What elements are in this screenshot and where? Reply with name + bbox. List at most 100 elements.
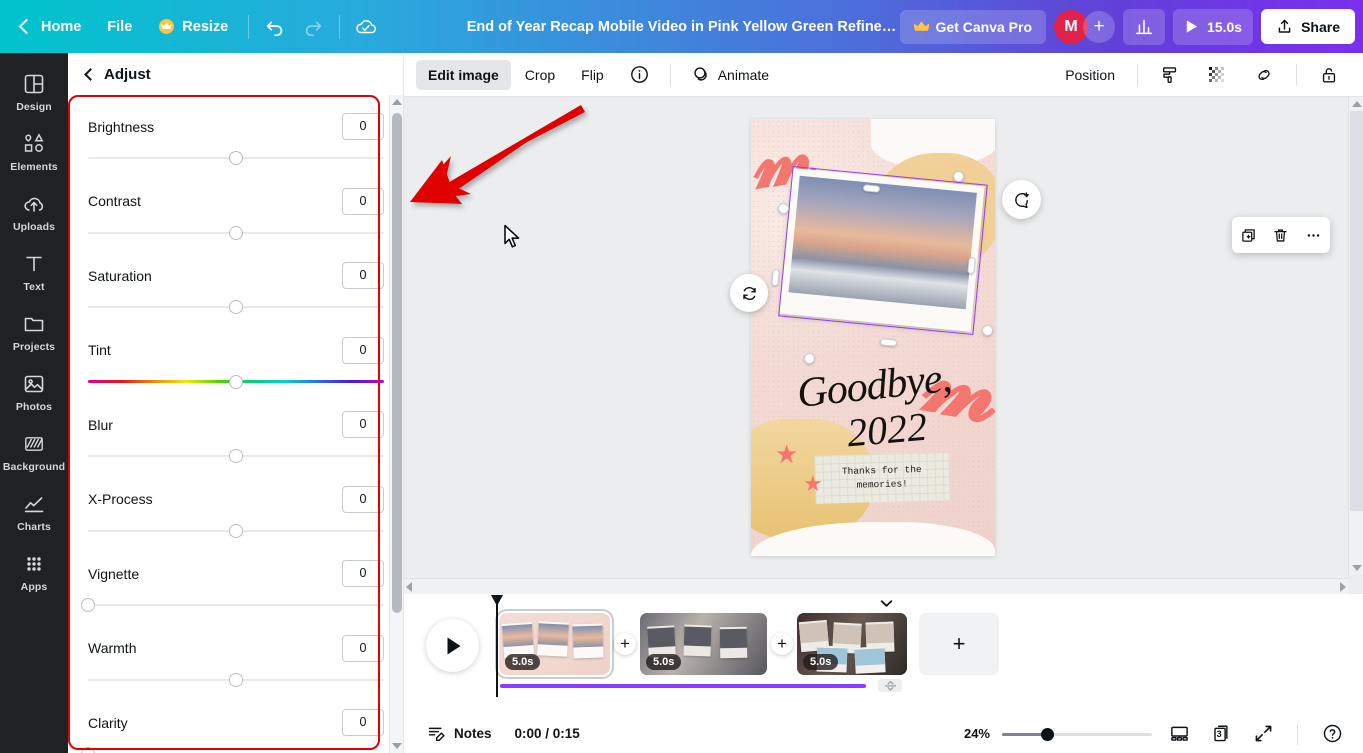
adjust-slider[interactable] <box>88 449 384 463</box>
resize-handle-top-left[interactable] <box>778 203 789 214</box>
slider-knob[interactable] <box>229 523 243 538</box>
adjust-value-input[interactable]: 0 <box>342 411 384 438</box>
duplicate-icon[interactable] <box>1235 222 1261 248</box>
trash-icon[interactable] <box>1268 222 1294 248</box>
notes-button[interactable]: Notes <box>420 719 499 748</box>
resize-handle-bottom-left[interactable] <box>804 353 815 364</box>
slider-knob[interactable] <box>229 449 243 463</box>
file-menu-button[interactable]: File <box>94 12 145 42</box>
scroll-down-button[interactable] <box>390 739 404 753</box>
rotate-handle-button[interactable] <box>730 274 768 312</box>
resize-handle-bottom[interactable] <box>879 338 898 347</box>
position-button[interactable]: Position <box>1053 60 1127 90</box>
adjust-slider[interactable] <box>81 598 384 612</box>
timeline-clip[interactable]: 5.0s <box>495 609 614 679</box>
canvas-vertical-scrollbar[interactable] <box>1348 97 1363 575</box>
resize-button[interactable]: Resize <box>145 12 241 42</box>
paint-roller-button[interactable] <box>1148 58 1192 92</box>
slider-knob[interactable] <box>229 672 243 687</box>
preview-duration-button[interactable]: 15.0s <box>1173 8 1254 45</box>
more-options-icon[interactable] <box>1301 222 1327 248</box>
help-button[interactable] <box>1317 720 1347 748</box>
add-clip-between-button[interactable]: + <box>614 633 636 655</box>
get-canva-pro-button[interactable]: Get Canva Pro <box>899 9 1047 44</box>
add-collaborator-button[interactable]: + <box>1083 10 1116 43</box>
slider-knob[interactable] <box>81 747 95 753</box>
slider-knob[interactable] <box>229 225 243 240</box>
play-button[interactable] <box>426 619 479 672</box>
adjust-slider[interactable] <box>88 672 384 687</box>
adjust-value-input[interactable]: 0 <box>342 113 384 140</box>
triangle-left-icon[interactable] <box>406 581 412 592</box>
zoom-slider-knob[interactable] <box>1041 727 1054 741</box>
slider-knob[interactable] <box>229 374 243 389</box>
adjust-value-input[interactable]: 0 <box>342 262 384 289</box>
scrollbar-thumb[interactable] <box>392 113 402 613</box>
slider-knob[interactable] <box>81 598 95 612</box>
undo-button[interactable] <box>256 10 294 44</box>
sidebar-item-background[interactable]: Background <box>2 423 66 480</box>
panel-scrollbar[interactable] <box>389 95 403 753</box>
timeline-clip[interactable]: 5.0s <box>640 613 767 675</box>
transparency-button[interactable] <box>1195 58 1239 92</box>
adjust-value-input[interactable]: 0 <box>342 634 384 662</box>
triangle-right-icon[interactable] <box>1340 581 1346 592</box>
adjust-slider[interactable] <box>81 747 384 753</box>
adjust-value-input[interactable]: 0 <box>342 187 384 215</box>
zoom-slider[interactable] <box>1002 727 1152 741</box>
edit-image-tab[interactable]: Edit image <box>416 59 511 90</box>
sidebar-item-charts[interactable]: Charts <box>2 483 66 540</box>
adjust-slider[interactable] <box>88 374 384 389</box>
playhead[interactable] <box>490 595 503 697</box>
canvas-scroll-up-button[interactable] <box>1349 97 1363 111</box>
redo-button[interactable] <box>294 10 332 44</box>
canvas-horizontal-scrollbar[interactable] <box>404 578 1348 594</box>
sidebar-item-design[interactable]: Design <box>2 63 66 120</box>
sidebar-item-apps[interactable]: Apps <box>2 543 66 600</box>
slider-knob[interactable] <box>229 300 243 314</box>
canvas-area[interactable]: 𝓶 𝓶 Goodbye, 2022 Thanks for the memorie… <box>404 97 1363 594</box>
resize-handle-top[interactable] <box>862 184 881 193</box>
year-text[interactable]: 2022 <box>845 403 929 457</box>
chevron-left-icon[interactable] <box>84 67 97 81</box>
adjust-value-input[interactable]: 0 <box>342 709 384 736</box>
adjust-slider[interactable] <box>88 523 384 538</box>
sidebar-item-photos[interactable]: Photos <box>2 363 66 420</box>
slider-knob[interactable] <box>229 151 243 165</box>
lock-button[interactable] <box>1307 58 1351 92</box>
adjust-value-input[interactable]: 0 <box>342 560 384 587</box>
add-page-button[interactable]: + <box>919 613 999 675</box>
timeline-progress-bar[interactable] <box>500 684 866 688</box>
pages-button[interactable]: 3 <box>1206 720 1236 748</box>
animate-button[interactable]: Animate <box>680 58 781 91</box>
sidebar-item-text[interactable]: Text <box>2 243 66 300</box>
note-card[interactable]: Thanks for the memories! <box>814 452 950 504</box>
cloud-saved-button[interactable] <box>347 10 385 44</box>
timeline-clip[interactable]: 5.0s <box>797 613 907 675</box>
resize-handle-bottom-right[interactable] <box>982 325 993 336</box>
link-button[interactable] <box>1242 58 1286 92</box>
adjust-value-input[interactable]: 0 <box>342 336 384 364</box>
add-clip-between-button[interactable]: + <box>771 633 793 655</box>
home-button[interactable]: Home <box>8 12 94 42</box>
canvas-scroll-down-button[interactable] <box>1349 561 1363 575</box>
timeline-resize-grip[interactable] <box>878 679 902 692</box>
resize-handle-top-right[interactable] <box>953 171 964 182</box>
present-button[interactable] <box>1164 720 1194 748</box>
sidebar-item-uploads[interactable]: Uploads <box>2 183 66 240</box>
canvas-scrollbar-thumb[interactable] <box>1350 111 1363 511</box>
adjust-value-input[interactable]: 0 <box>342 485 384 513</box>
adjust-slider[interactable] <box>88 225 384 240</box>
info-button[interactable] <box>618 58 661 91</box>
insights-button[interactable] <box>1123 8 1166 45</box>
adjust-slider[interactable] <box>88 300 384 314</box>
flip-button[interactable]: Flip <box>569 60 616 90</box>
crop-button[interactable]: Crop <box>513 60 567 90</box>
sidebar-item-projects[interactable]: Projects <box>2 303 66 360</box>
fullscreen-button[interactable] <box>1248 720 1278 748</box>
add-comment-button[interactable] <box>1002 180 1041 219</box>
sidebar-item-elements[interactable]: Elements <box>2 123 66 180</box>
share-button[interactable]: Share <box>1261 9 1355 44</box>
scroll-up-button[interactable] <box>390 95 404 109</box>
adjust-slider[interactable] <box>88 151 384 165</box>
